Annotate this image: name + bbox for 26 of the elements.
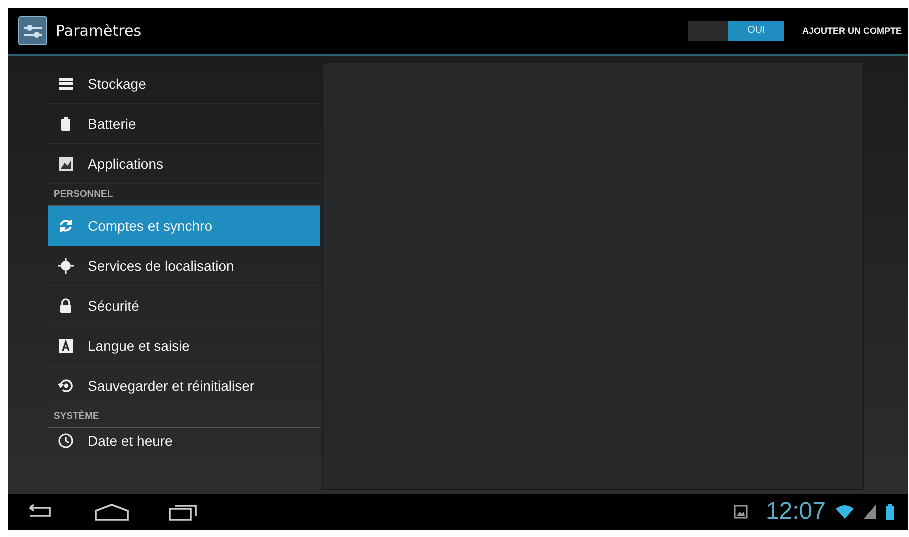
settings-item[interactable]: Date et heure bbox=[48, 428, 320, 454]
settings-item[interactable]: Sauvegarder et réinitialiser bbox=[48, 366, 320, 406]
settings-item[interactable]: Stockage bbox=[48, 64, 320, 104]
lang-icon bbox=[58, 338, 74, 354]
settings-item[interactable]: Batterie bbox=[48, 104, 320, 144]
settings-item[interactable]: Langue et saisie bbox=[48, 326, 320, 366]
battery-icon bbox=[886, 504, 894, 520]
settings-item[interactable]: Sécurité bbox=[48, 286, 320, 326]
clock-time: 12:07 bbox=[766, 498, 826, 526]
add-account-button[interactable]: AJOUTER UN COMPTE bbox=[802, 26, 902, 36]
app-title: Paramètres bbox=[56, 22, 142, 40]
signal-icon bbox=[864, 505, 876, 519]
wifi-icon bbox=[836, 505, 854, 519]
settings-item[interactable]: Applications bbox=[48, 144, 320, 184]
sync-icon bbox=[58, 218, 74, 234]
section-header: SYSTÈME bbox=[48, 406, 320, 428]
home-icon[interactable] bbox=[94, 503, 130, 521]
recent-apps-icon[interactable] bbox=[168, 503, 198, 521]
clock-icon bbox=[58, 433, 74, 449]
restore-icon bbox=[58, 378, 74, 394]
settings-item[interactable]: Services de localisation bbox=[48, 246, 320, 286]
storage-icon bbox=[58, 76, 74, 92]
image-icon[interactable] bbox=[734, 505, 748, 519]
location-icon bbox=[58, 258, 74, 274]
settings-app-icon[interactable] bbox=[18, 16, 48, 46]
lock-icon bbox=[58, 298, 74, 314]
